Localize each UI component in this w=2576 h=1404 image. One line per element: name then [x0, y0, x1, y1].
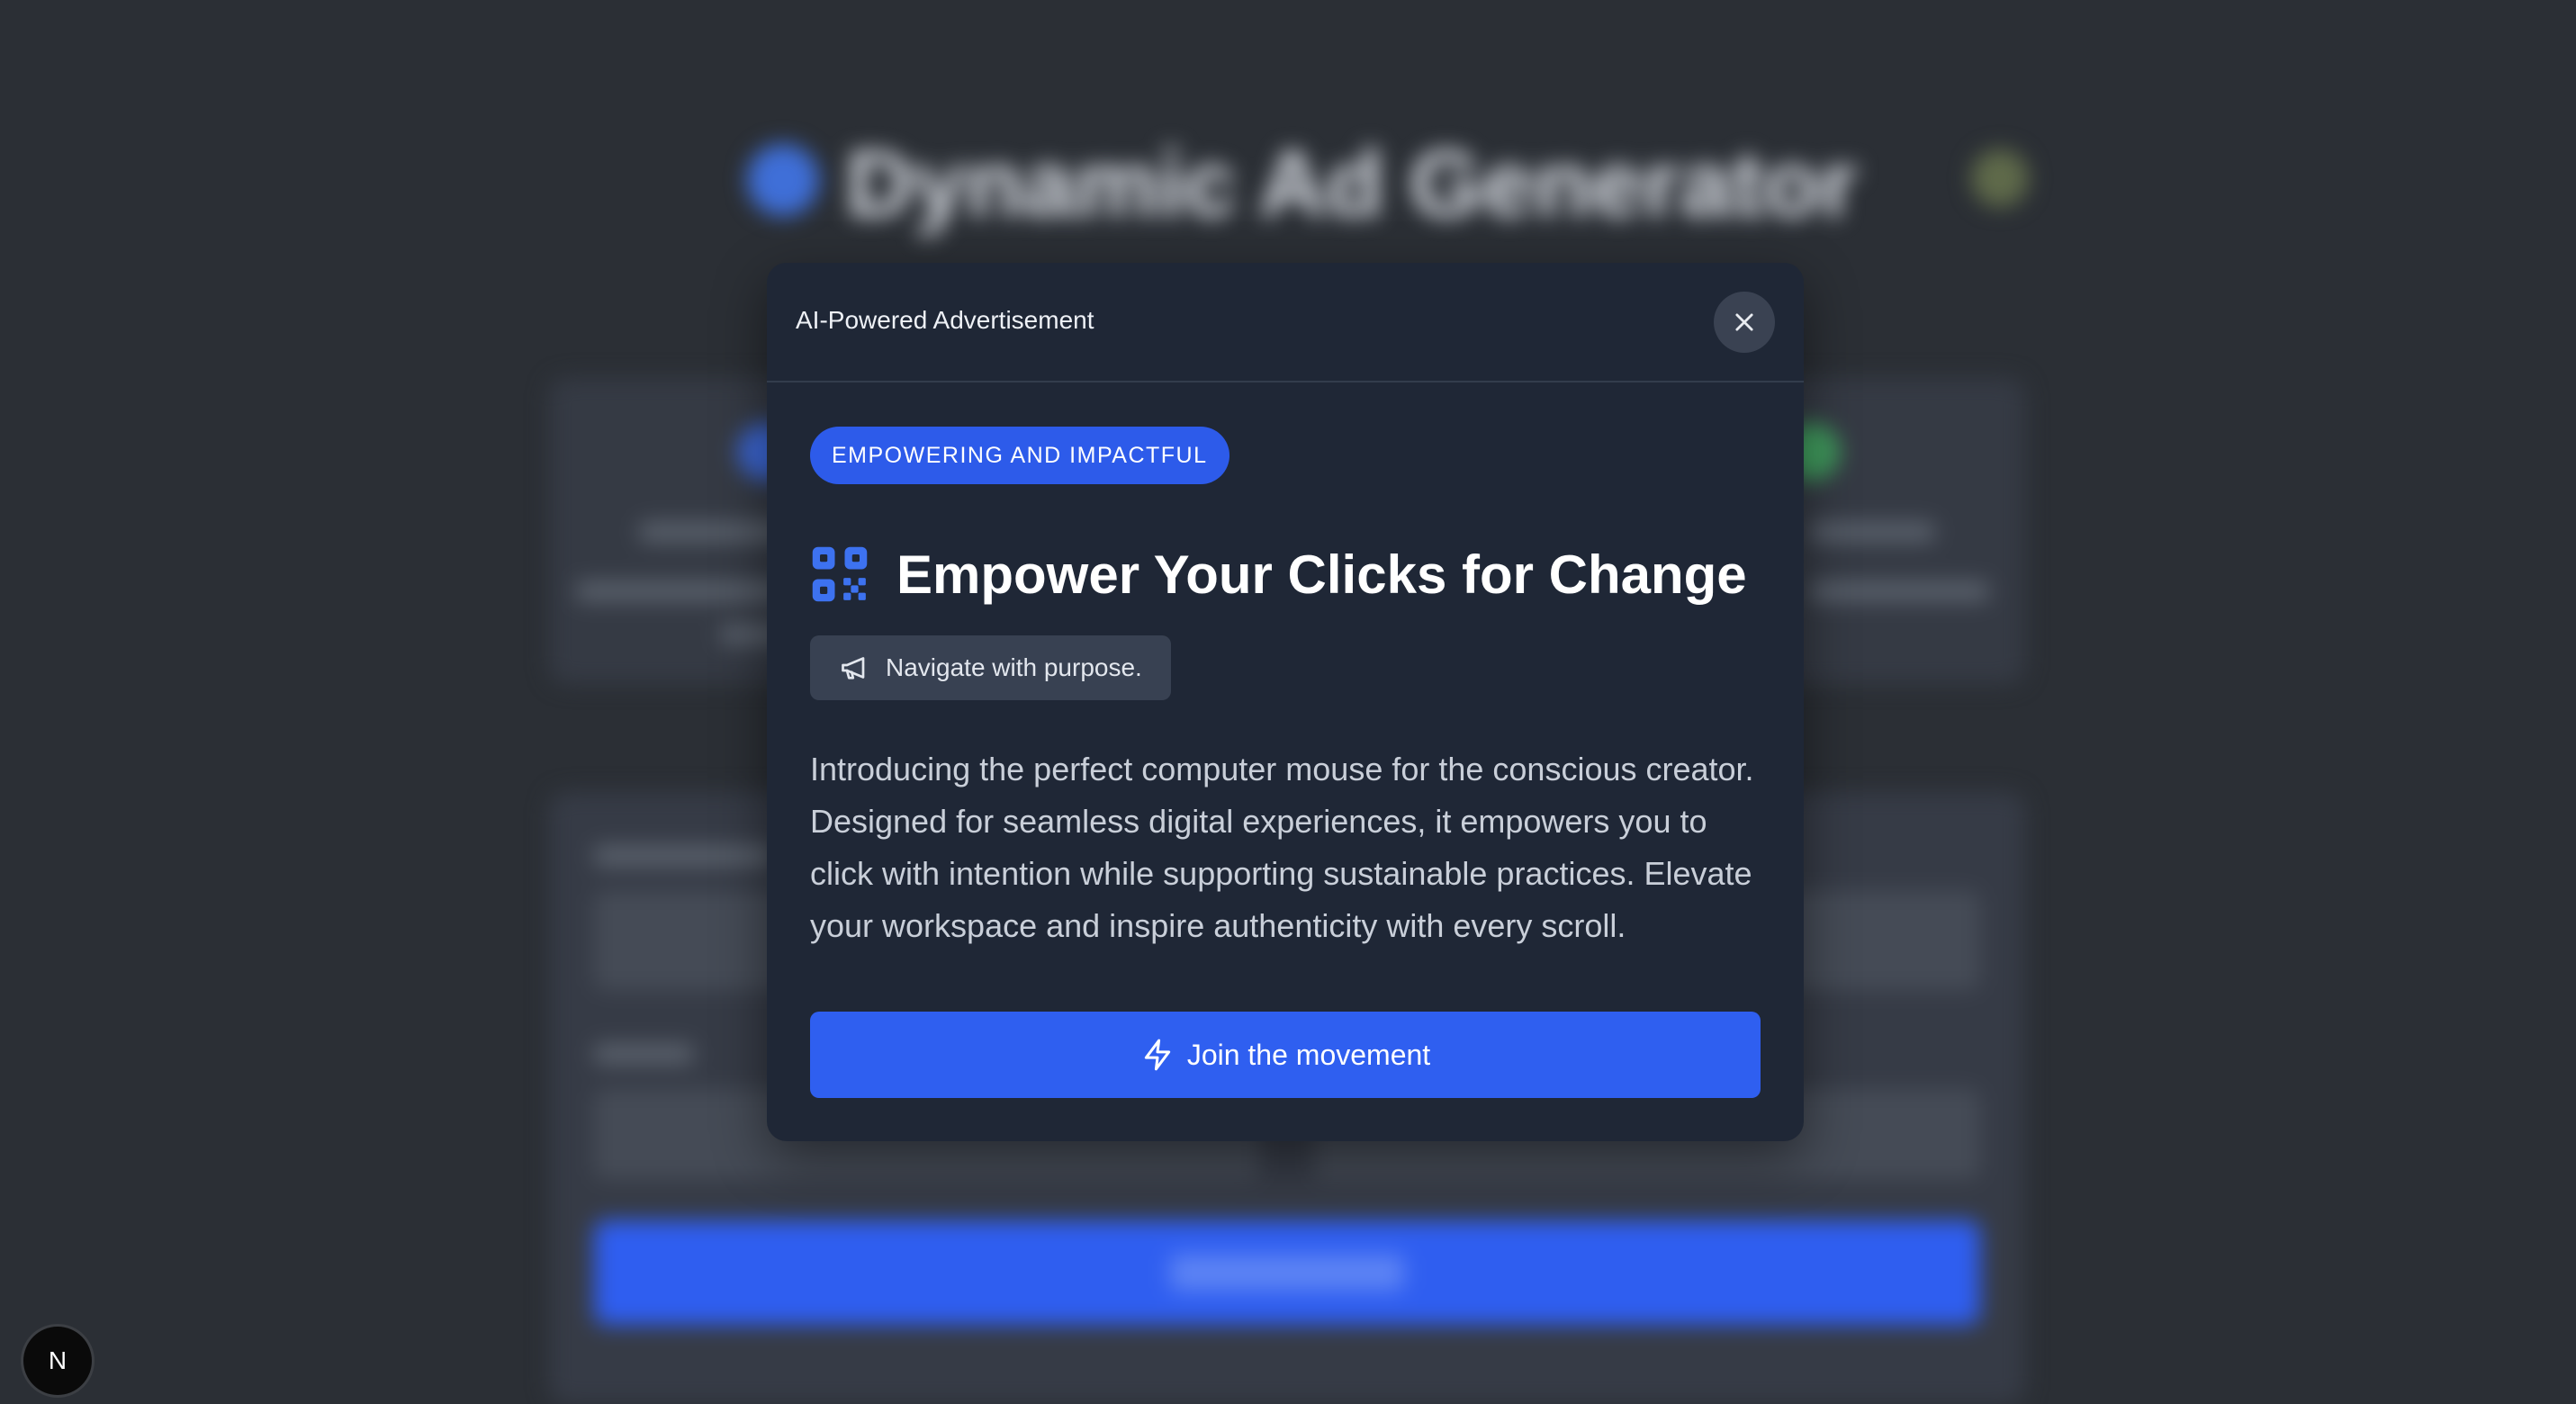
headline-row: Empower Your Clicks for Change [810, 540, 1747, 608]
ad-headline: Empower Your Clicks for Change [896, 544, 1747, 605]
feature-card-text [1809, 581, 1989, 601]
lightning-icon [1144, 1039, 1170, 1071]
ad-modal: AI-Powered Advertisement EMPOWERING AND … [767, 263, 1804, 1141]
tagline-chip: Navigate with purpose. [810, 635, 1171, 700]
qr-code-icon [812, 546, 868, 602]
background-app-title: Dynamic Ad Generator [846, 132, 1858, 237]
close-icon [1735, 313, 1753, 331]
ad-tone-badge: EMPOWERING AND IMPACTFUL [810, 427, 1229, 484]
generate-button-label [1170, 1255, 1404, 1291]
form-field-label [594, 1044, 693, 1064]
close-button[interactable] [1714, 292, 1775, 353]
ad-body-text: Introducing the perfect computer mouse f… [810, 751, 1754, 944]
app-logo-icon [747, 144, 819, 216]
cta-label: Join the movement [1186, 1038, 1431, 1071]
nextjs-logo-icon: N [49, 1346, 67, 1374]
form-field-label [594, 846, 774, 866]
background-generate-button [594, 1220, 1980, 1325]
nextjs-letter: N [49, 1346, 67, 1374]
modal-header: AI-Powered Advertisement [767, 263, 1804, 382]
nextjs-dev-badge[interactable]: N [23, 1327, 92, 1395]
modal-title: AI-Powered Advertisement [796, 306, 1094, 334]
join-movement-button[interactable]: Join the movement [810, 1012, 1761, 1098]
theme-toggle-icon [1971, 149, 2029, 207]
feature-card-title [1809, 522, 1935, 542]
megaphone-icon [842, 657, 865, 680]
background-header: Dynamic Ad Generator [747, 126, 2043, 237]
ad-tagline: Navigate with purpose. [886, 653, 1142, 681]
